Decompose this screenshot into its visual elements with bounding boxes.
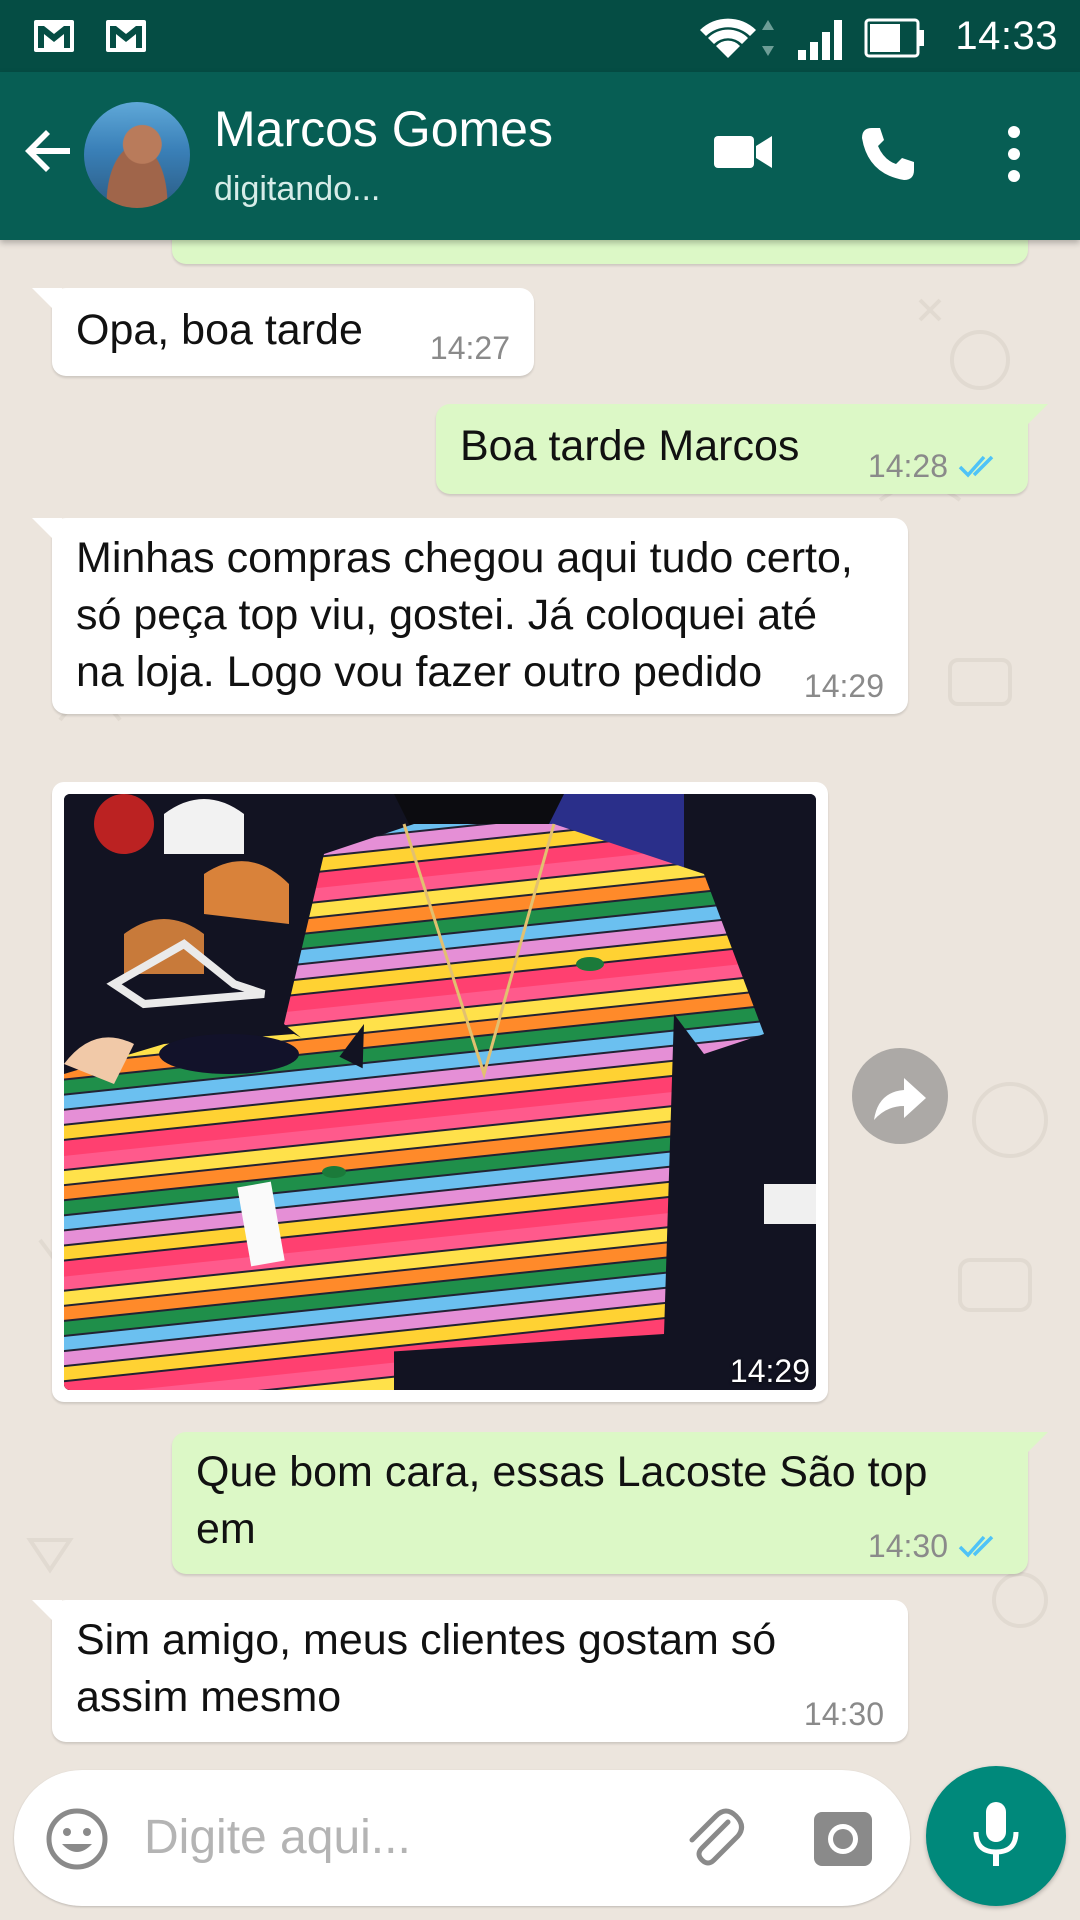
contact-name[interactable]: Marcos Gomes — [214, 100, 553, 158]
message-time: 14:30 — [803, 1696, 884, 1732]
message-meta: 14:27 — [430, 332, 510, 364]
message-meta: 14:28 — [868, 450, 1004, 482]
read-ticks-icon — [958, 455, 994, 478]
more-vert-icon[interactable] — [1000, 124, 1028, 184]
gmail-icon — [34, 20, 74, 52]
message-time: 14:27 — [429, 330, 510, 366]
message-bubble-incoming[interactable]: Opa, boa tarde 14:27 — [32, 288, 534, 376]
battery-icon — [864, 18, 924, 58]
data-arrows-icon — [762, 20, 774, 56]
message-text: Boa tarde Marcos — [460, 422, 800, 470]
message-meta: 14:29 — [804, 670, 884, 702]
message-bubble-incoming[interactable]: Sim amigo, meus clientes gostam só assim… — [32, 1600, 908, 1742]
status-bar: 14:33 — [0, 0, 1080, 72]
voice-message-button[interactable] — [926, 1766, 1066, 1906]
chat-area[interactable]: Opa, boa tarde 14:27 Boa tarde Marcos 14… — [0, 240, 1080, 1920]
message-meta: 14:30 — [868, 1530, 1004, 1562]
image-message[interactable]: 14:29 — [52, 782, 828, 1402]
message-bubble-outgoing[interactable]: Que bom cara, essas Lacoste São top em 1… — [172, 1432, 1048, 1574]
phone-icon[interactable] — [858, 124, 918, 184]
chat-header: Marcos Gomes digitando... — [0, 72, 1080, 240]
message-meta: 14:30 — [804, 1698, 884, 1730]
message-text: Opa, boa tarde — [76, 306, 363, 354]
photo-striped-shirts — [64, 794, 816, 1390]
camera-icon[interactable] — [810, 1806, 876, 1872]
attach-icon[interactable] — [678, 1804, 748, 1874]
wifi-icon — [700, 18, 756, 58]
message-time: 14:29 — [729, 1353, 810, 1389]
microphone-icon — [973, 1802, 1019, 1866]
message-bubble-incoming[interactable]: Minhas compras chegou aqui tudo certo, s… — [32, 518, 908, 714]
gmail-icon — [106, 20, 146, 52]
contact-status: digitando... — [214, 170, 381, 208]
message-input[interactable]: Digite aqui... — [144, 1810, 411, 1865]
message-time: 14:28 — [867, 448, 948, 484]
message-bubble-outgoing[interactable]: Boa tarde Marcos 14:28 — [436, 404, 1048, 494]
message-input-bar[interactable]: Digite aqui... — [14, 1770, 910, 1906]
avatar[interactable] — [84, 102, 190, 208]
read-ticks-icon — [958, 1535, 994, 1558]
emoji-icon[interactable] — [44, 1806, 110, 1872]
message-time: 14:29 — [803, 668, 884, 704]
shared-photo[interactable] — [64, 794, 816, 1390]
message-text: Sim amigo, meus clientes gostam só assim… — [76, 1616, 777, 1721]
clock: 14:33 — [955, 14, 1058, 58]
video-call-icon[interactable] — [712, 124, 776, 180]
message-time: 14:30 — [867, 1528, 948, 1564]
message-text: Minhas compras chegou aqui tudo certo, s… — [76, 534, 853, 696]
forward-icon — [874, 1078, 926, 1120]
message-bubble-partial[interactable] — [172, 240, 1028, 264]
back-arrow-icon[interactable] — [22, 124, 76, 178]
signal-icon — [798, 20, 842, 60]
forward-button[interactable] — [852, 1048, 948, 1144]
